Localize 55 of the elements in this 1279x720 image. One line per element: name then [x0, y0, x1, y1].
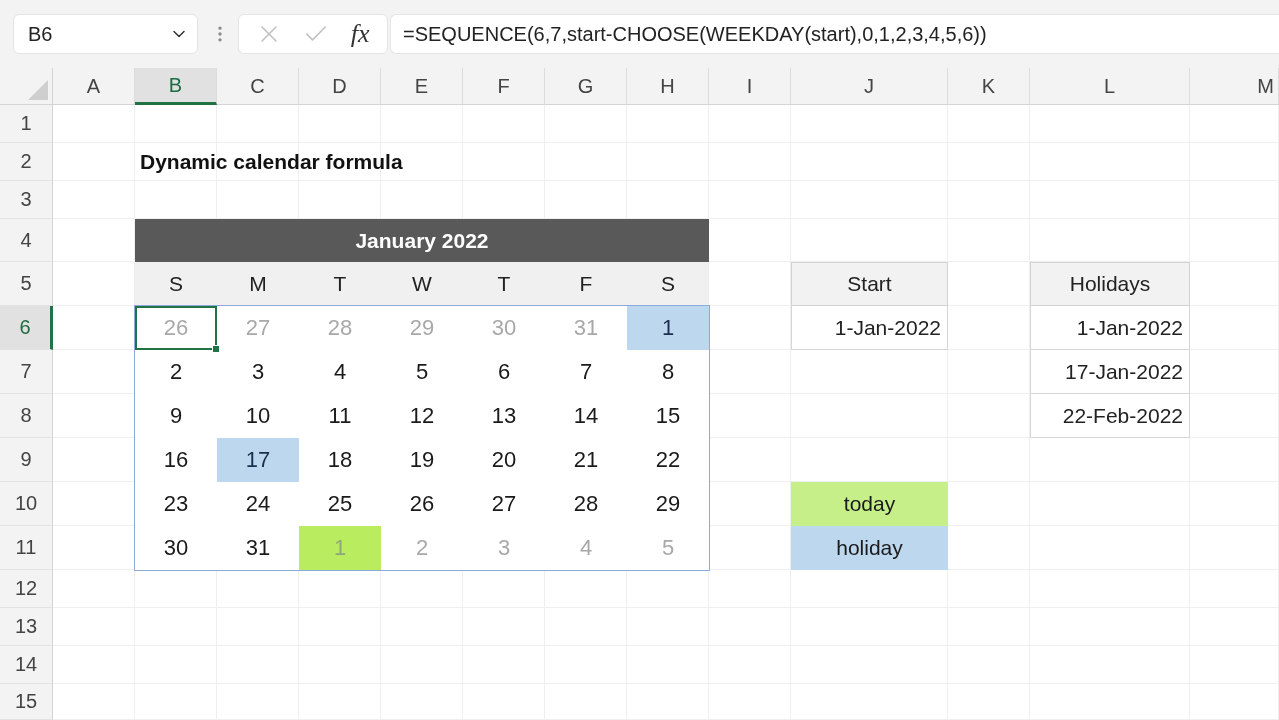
insert-function-button[interactable]: fx: [348, 19, 372, 49]
name-box[interactable]: B6: [13, 14, 198, 54]
formula-field[interactable]: =SEQUENCE(6,7,start-CHOOSE(WEEKDAY(start),0,1,2,3,4,5,6)): [390, 14, 1279, 54]
row-header[interactable]: 7: [0, 350, 53, 394]
column-header[interactable]: J: [791, 68, 948, 105]
row-header[interactable]: 2: [0, 143, 53, 181]
row-header[interactable]: 3: [0, 181, 53, 219]
column-header[interactable]: A: [53, 68, 135, 105]
row-header[interactable]: 14: [0, 646, 53, 684]
row-header[interactable]: 5: [0, 262, 53, 306]
row-header[interactable]: 6: [0, 306, 53, 350]
calendar-day-cell: 1: [627, 306, 709, 350]
calendar-day-cell: 26: [135, 306, 217, 350]
weekday-header: T: [463, 262, 545, 306]
row-header[interactable]: 12: [0, 570, 53, 608]
legend-cell: today: [791, 482, 948, 526]
column-header[interactable]: E: [381, 68, 463, 105]
table-cell: 17-Jan-2022: [1030, 350, 1190, 394]
row-header[interactable]: 13: [0, 608, 53, 646]
table-header: Start: [791, 262, 948, 306]
row-header[interactable]: 1: [0, 105, 53, 143]
column-header[interactable]: F: [463, 68, 545, 105]
calendar-day-cell: 17: [217, 438, 299, 482]
weekday-header: S: [627, 262, 709, 306]
table-cell: 22-Feb-2022: [1030, 394, 1190, 438]
column-header[interactable]: I: [709, 68, 791, 105]
weekday-header: W: [381, 262, 463, 306]
sheet-title: Dynamic calendar formula: [139, 149, 404, 175]
column-header[interactable]: H: [627, 68, 709, 105]
column-header[interactable]: M: [1190, 68, 1279, 105]
column-header[interactable]: G: [545, 68, 627, 105]
calendar-day-cell: 30: [135, 526, 217, 570]
row-header[interactable]: 11: [0, 526, 53, 570]
column-header[interactable]: C: [217, 68, 299, 105]
weekday-header: S: [135, 262, 217, 306]
column-header[interactable]: K: [948, 68, 1030, 105]
weekday-header: F: [545, 262, 627, 306]
column-header[interactable]: L: [1030, 68, 1190, 105]
row-header[interactable]: 15: [0, 684, 53, 720]
column-header[interactable]: D: [299, 68, 381, 105]
table-cell: 1-Jan-2022: [1030, 306, 1190, 350]
calendar-day-cell: 1: [299, 526, 381, 570]
calendar-day-cell: 5: [627, 526, 709, 570]
row-header[interactable]: 10: [0, 482, 53, 526]
weekday-header: M: [217, 262, 299, 306]
column-header[interactable]: B: [135, 68, 217, 105]
weekday-header: T: [299, 262, 381, 306]
calendar-title: January 2022: [135, 219, 709, 262]
fill-handle-icon[interactable]: [212, 345, 220, 353]
row-header[interactable]: 9: [0, 438, 53, 482]
table-header: Holidays: [1030, 262, 1190, 306]
row-header[interactable]: 8: [0, 394, 53, 438]
table-cell: 1-Jan-2022: [791, 306, 948, 350]
row-header[interactable]: 4: [0, 219, 53, 262]
legend-cell: holiday: [791, 526, 948, 570]
